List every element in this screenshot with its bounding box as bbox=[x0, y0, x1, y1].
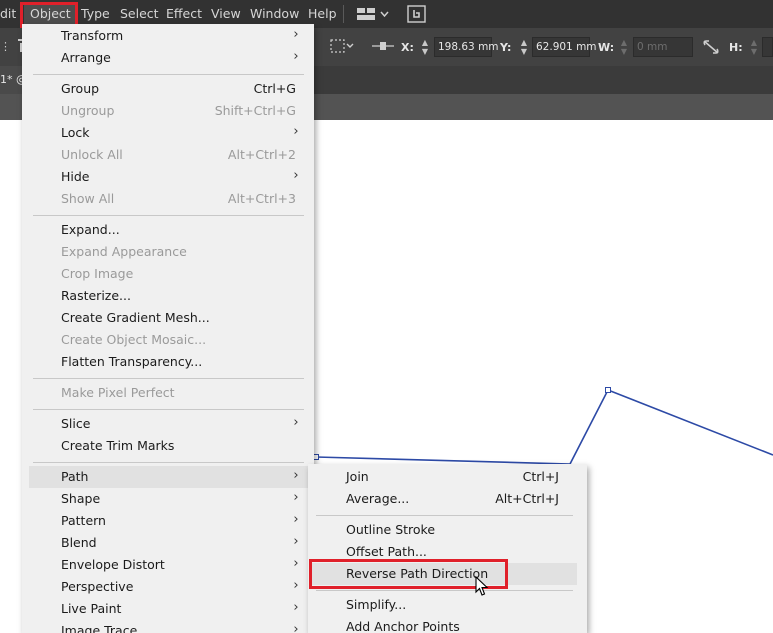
menu-separator bbox=[316, 590, 573, 591]
menu-item-label: Rasterize... bbox=[61, 288, 131, 303]
menu-item-rasterize[interactable]: Rasterize... bbox=[29, 285, 314, 307]
menu-item-slice[interactable]: Slice › bbox=[29, 413, 314, 435]
menu-separator bbox=[33, 215, 304, 216]
submenu-arrow-icon: › bbox=[293, 27, 299, 42]
menu-item-crop-image[interactable]: Crop Image bbox=[29, 263, 314, 285]
object-menu-dropdown: Transform › Arrange › Group Ctrl+G Ungroup Shif… bbox=[22, 24, 314, 633]
submenu-arrow-icon: › bbox=[293, 534, 299, 549]
menu-item-label: Hide bbox=[61, 169, 90, 184]
menu-item-pattern[interactable]: Pattern › bbox=[29, 510, 314, 532]
menu-item-flatten-transparency[interactable]: Flatten Transparency... bbox=[29, 351, 314, 373]
menu-item-label: Create Gradient Mesh... bbox=[61, 310, 210, 325]
submenu-arrow-icon: › bbox=[293, 600, 299, 615]
mouse-pointer-icon bbox=[475, 575, 489, 601]
menu-item-show-all[interactable]: Show All Alt+Ctrl+3 bbox=[29, 188, 314, 210]
menu-item-live-paint[interactable]: Live Paint › bbox=[29, 598, 314, 620]
menu-item-shortcut: Alt+Ctrl+3 bbox=[227, 191, 296, 206]
menu-item-label: Image Trace bbox=[61, 623, 138, 633]
menu-item-label: Make Pixel Perfect bbox=[61, 385, 175, 400]
submenu-item-label: Join bbox=[346, 469, 369, 484]
menu-item-label: Group bbox=[61, 81, 100, 96]
menu-item-expand-appearance[interactable]: Expand Appearance bbox=[29, 241, 314, 263]
menu-item-arrange[interactable]: Arrange › bbox=[29, 47, 314, 69]
menu-item-ungroup[interactable]: Ungroup Shift+Ctrl+G bbox=[29, 100, 314, 122]
submenu-arrow-icon: › bbox=[293, 49, 299, 64]
submenu-item-label: Offset Path... bbox=[346, 544, 427, 559]
menu-item-blend[interactable]: Blend › bbox=[29, 532, 314, 554]
path-submenu: Join Ctrl+J Average... Alt+Ctrl+J Outline St… bbox=[308, 464, 587, 633]
submenu-arrow-icon: › bbox=[293, 415, 299, 430]
menu-item-label: Unlock All bbox=[61, 147, 123, 162]
menu-item-unlock-all[interactable]: Unlock All Alt+Ctrl+2 bbox=[29, 144, 314, 166]
submenu-arrow-icon: › bbox=[293, 468, 299, 483]
menu-item-group[interactable]: Group Ctrl+G bbox=[29, 78, 314, 100]
menu-item-label: Show All bbox=[61, 191, 115, 206]
submenu-item-shortcut: Alt+Ctrl+J bbox=[495, 491, 559, 506]
menu-item-perspective[interactable]: Perspective › bbox=[29, 576, 314, 598]
submenu-item-shortcut: Ctrl+J bbox=[522, 469, 559, 484]
anchor-point[interactable] bbox=[605, 387, 611, 393]
menu-separator bbox=[33, 74, 304, 75]
menu-item-label: Envelope Distort bbox=[61, 557, 165, 572]
menu-item-label: Transform bbox=[61, 28, 124, 43]
menu-item-label: Create Object Mosaic... bbox=[61, 332, 207, 347]
submenu-item-simplify[interactable]: Simplify... bbox=[310, 594, 577, 616]
submenu-arrow-icon: › bbox=[293, 622, 299, 633]
menu-item-make-pixel-perfect[interactable]: Make Pixel Perfect bbox=[29, 382, 314, 404]
menu-item-shortcut: Alt+Ctrl+2 bbox=[227, 147, 296, 162]
menu-separator bbox=[33, 462, 304, 463]
menu-item-label: Flatten Transparency... bbox=[61, 354, 203, 369]
submenu-arrow-icon: › bbox=[293, 490, 299, 505]
submenu-arrow-icon: › bbox=[293, 124, 299, 139]
menu-item-label: Slice bbox=[61, 416, 91, 431]
menu-item-create-trim-marks[interactable]: Create Trim Marks bbox=[29, 435, 314, 457]
submenu-item-join[interactable]: Join Ctrl+J bbox=[310, 466, 577, 488]
submenu-item-add-anchor-points[interactable]: Add Anchor Points bbox=[310, 616, 577, 633]
menu-item-label: Path bbox=[61, 469, 89, 484]
menu-item-label: Arrange bbox=[61, 50, 111, 65]
menu-item-image-trace[interactable]: Image Trace › bbox=[29, 620, 314, 633]
menu-item-shape[interactable]: Shape › bbox=[29, 488, 314, 510]
menu-item-expand[interactable]: Expand... bbox=[29, 219, 314, 241]
menu-item-create-object-mosaic[interactable]: Create Object Mosaic... bbox=[29, 329, 314, 351]
menu-item-label: Perspective bbox=[61, 579, 134, 594]
menu-item-transform[interactable]: Transform › bbox=[29, 25, 314, 47]
menu-item-label: Live Paint bbox=[61, 601, 122, 616]
menu-item-shortcut: Shift+Ctrl+G bbox=[214, 103, 296, 118]
menu-separator bbox=[33, 409, 304, 410]
menu-separator bbox=[316, 515, 573, 516]
submenu-item-average[interactable]: Average... Alt+Ctrl+J bbox=[310, 488, 577, 510]
menu-item-label: Lock bbox=[61, 125, 90, 140]
menu-item-path[interactable]: Path › bbox=[29, 466, 314, 488]
menu-item-label: Expand Appearance bbox=[61, 244, 187, 259]
submenu-item-label: Simplify... bbox=[346, 597, 407, 612]
menu-item-label: Expand... bbox=[61, 222, 120, 237]
menu-item-lock[interactable]: Lock › bbox=[29, 122, 314, 144]
menu-item-label: Shape bbox=[61, 491, 101, 506]
menu-item-shortcut: Ctrl+G bbox=[253, 81, 296, 96]
menu-item-hide[interactable]: Hide › bbox=[29, 166, 314, 188]
submenu-arrow-icon: › bbox=[293, 556, 299, 571]
menu-item-label: Crop Image bbox=[61, 266, 134, 281]
menu-item-label: Pattern bbox=[61, 513, 106, 528]
menu-item-label: Create Trim Marks bbox=[61, 438, 175, 453]
submenu-arrow-icon: › bbox=[293, 168, 299, 183]
submenu-item-label: Add Anchor Points bbox=[346, 619, 460, 633]
submenu-item-label: Outline Stroke bbox=[346, 522, 436, 537]
submenu-arrow-icon: › bbox=[293, 512, 299, 527]
menu-item-label: Ungroup bbox=[61, 103, 115, 118]
menu-item-label: Blend bbox=[61, 535, 97, 550]
menu-item-envelope-distort[interactable]: Envelope Distort › bbox=[29, 554, 314, 576]
submenu-arrow-icon: › bbox=[293, 578, 299, 593]
submenu-item-outline-stroke[interactable]: Outline Stroke bbox=[310, 519, 577, 541]
menu-separator bbox=[33, 378, 304, 379]
anchor-point[interactable] bbox=[313, 454, 319, 460]
submenu-item-label: Average... bbox=[346, 491, 410, 506]
menu-item-create-gradient-mesh[interactable]: Create Gradient Mesh... bbox=[29, 307, 314, 329]
